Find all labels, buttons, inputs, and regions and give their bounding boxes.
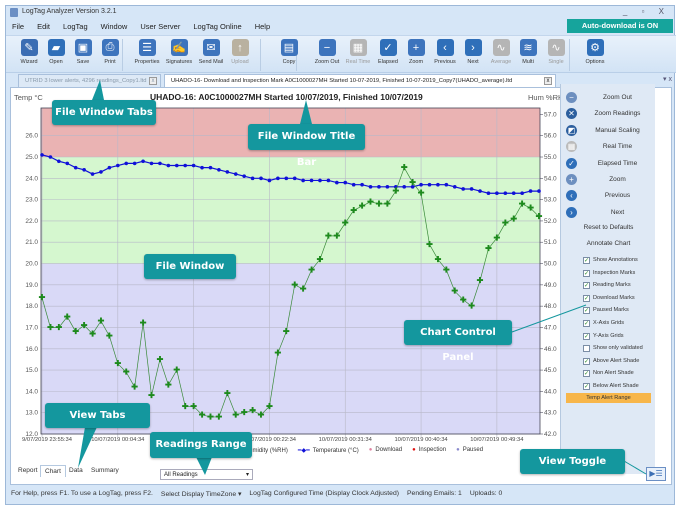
callout-pointer — [300, 100, 312, 124]
callout-pointer — [78, 427, 97, 468]
callout-file-window-title-bar: File Window Title Bar — [248, 124, 365, 168]
callout-pointer — [623, 460, 647, 475]
callout-pointer — [92, 80, 104, 100]
callout-file-window-tabs: File Window Tabs — [52, 100, 156, 125]
callout-pointer — [511, 304, 587, 333]
callout-file-window: File Window — [144, 254, 236, 279]
callout-view-tabs: View Tabs — [45, 403, 150, 428]
callout-pointers — [78, 80, 647, 475]
callout-chart-control-panel: Chart Control Panel — [404, 320, 512, 363]
callout-readings-range: Readings Range — [150, 432, 252, 458]
callout-pointer — [196, 457, 212, 475]
callout-view-toggle: View Toggle — [520, 449, 625, 474]
